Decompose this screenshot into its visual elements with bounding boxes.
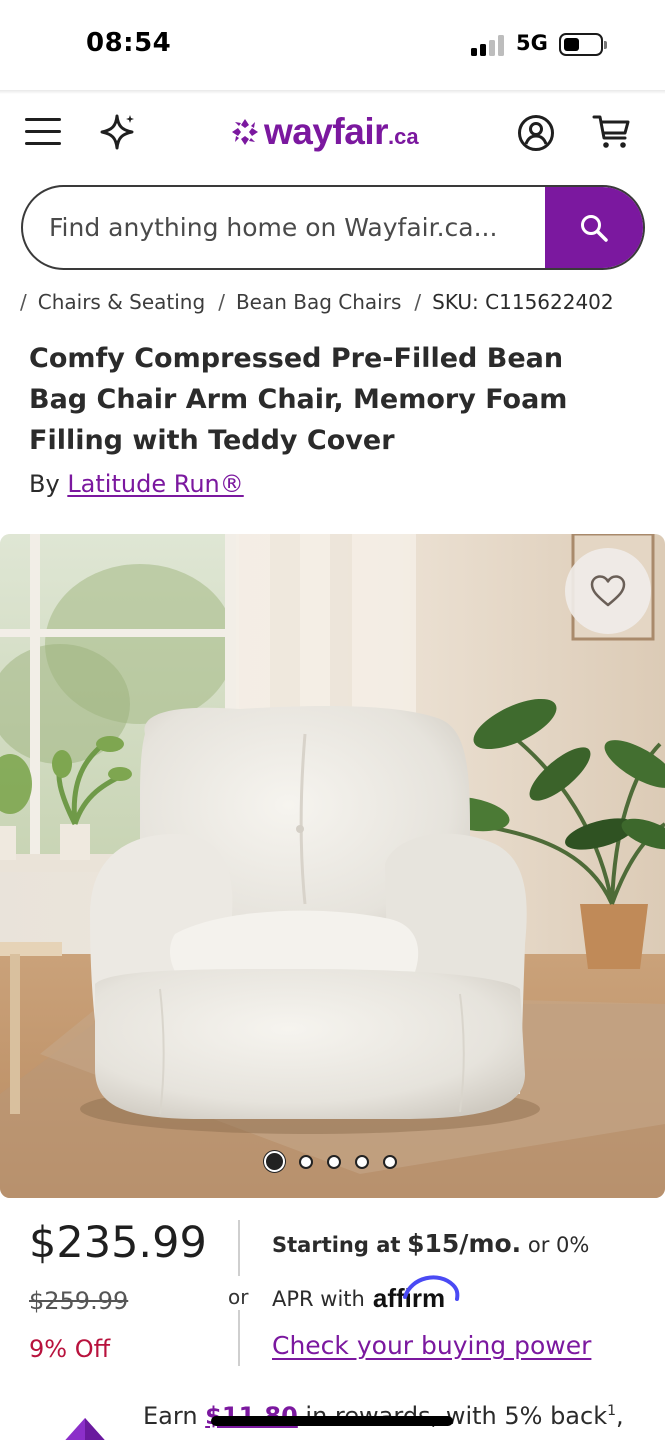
carousel-dot[interactable]: [383, 1154, 397, 1169]
breadcrumb-separator: /: [20, 290, 27, 314]
breadcrumb-item[interactable]: Chairs & Seating: [38, 290, 205, 314]
status-bar: 08:54 5G: [0, 0, 665, 90]
breadcrumb-separator: /: [218, 290, 225, 314]
breadcrumb-item[interactable]: Bean Bag Chairs: [236, 290, 401, 314]
buying-power-link[interactable]: Check your buying power: [272, 1331, 591, 1360]
redaction-mark: [211, 1416, 453, 1426]
battery-icon: [559, 33, 607, 56]
by-label: By: [29, 470, 60, 498]
logo-tld: .ca: [388, 124, 419, 149]
rewards-earn: Earn: [143, 1402, 198, 1430]
search-bar: [21, 185, 645, 270]
rewards-line: Earn $11.80 in rewards, with 5% back1,: [143, 1402, 624, 1430]
current-price: $235.99: [29, 1218, 207, 1268]
heart-icon: [590, 575, 626, 607]
rewards-footnote: 1: [607, 1403, 617, 1419]
discount-label: 9% Off: [29, 1335, 111, 1363]
divider: [238, 1310, 240, 1366]
affirm-logo: affirm: [373, 1275, 460, 1314]
breadcrumb: / Chairs & Seating / Bean Bag Chairs / S…: [20, 290, 614, 314]
affirm-arc-icon: [402, 1275, 460, 1301]
breadcrumb-separator: /: [414, 290, 422, 314]
rewards-icon: [65, 1418, 105, 1440]
product-image[interactable]: [0, 534, 665, 1198]
account-icon[interactable]: [517, 114, 555, 152]
site-header: wayfair .ca: [0, 94, 665, 174]
divider: [238, 1220, 240, 1276]
search-icon: [581, 214, 608, 242]
logo-mark-icon: [232, 119, 258, 145]
sparkle-icon[interactable]: [100, 113, 136, 151]
product-brand: By Latitude Run®: [29, 470, 244, 498]
carousel-dot[interactable]: [327, 1154, 341, 1169]
financing-amount: $15/mo.: [407, 1229, 522, 1258]
search-button[interactable]: [545, 187, 643, 268]
carousel-dot[interactable]: [264, 1151, 285, 1172]
financing-prefix: Starting at: [272, 1233, 401, 1257]
financing-line: Starting at $15/mo. or 0%: [272, 1229, 589, 1258]
status-time: 08:54: [86, 28, 172, 58]
carousel-dot[interactable]: [299, 1154, 313, 1169]
cart-icon[interactable]: [592, 113, 632, 151]
rewards-suffix: with 5% back: [438, 1402, 608, 1430]
network-label: 5G: [516, 31, 548, 55]
financing-suffix: or 0%: [527, 1233, 590, 1257]
rewards-trail: ,: [616, 1402, 624, 1430]
apr-label: APR with: [272, 1286, 365, 1311]
wayfair-logo[interactable]: wayfair .ca: [230, 110, 419, 154]
hamburger-menu-icon[interactable]: [25, 118, 61, 146]
carousel-dot[interactable]: [355, 1154, 369, 1169]
or-label: or: [228, 1285, 249, 1309]
signal-icon: [471, 34, 505, 56]
product-title: Comfy Compressed Pre-Filled Bean Bag Cha…: [29, 343, 568, 456]
apr-line: APR with affirm: [272, 1275, 460, 1314]
brand-link[interactable]: Latitude Run®: [67, 470, 243, 498]
original-price: $259.99: [29, 1287, 129, 1315]
breadcrumb-sku: SKU: C115622402: [432, 290, 614, 314]
favorite-button[interactable]: [565, 548, 651, 634]
search-input[interactable]: [49, 187, 544, 268]
image-carousel-dots: [264, 1151, 411, 1172]
logo-text: wayfair: [264, 111, 389, 152]
